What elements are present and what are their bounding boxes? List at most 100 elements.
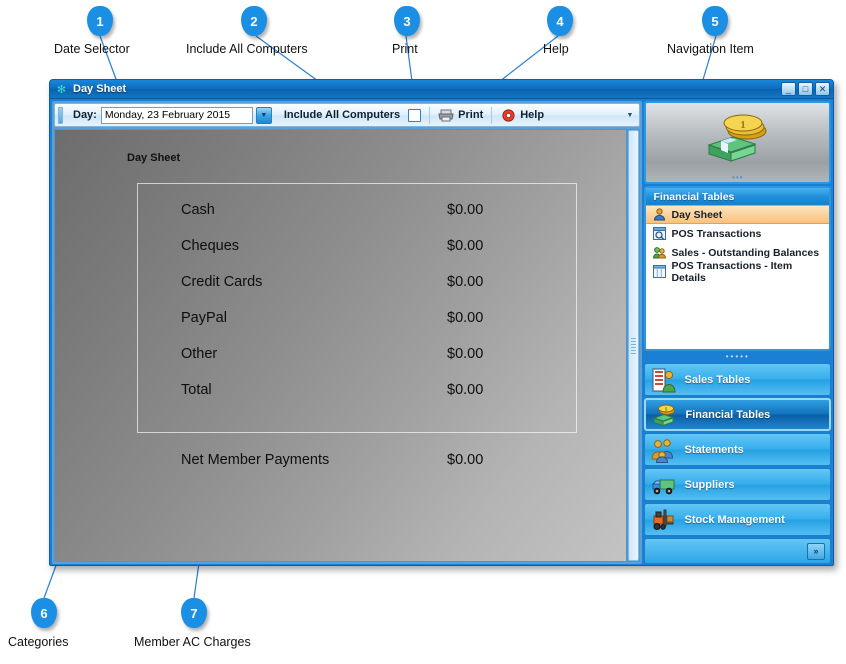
net-member-payments-label: Net Member Payments [181, 452, 330, 468]
category-value: $0.00 [447, 310, 484, 326]
toolbar-overflow-chevron-down-icon[interactable]: ▼ [627, 112, 638, 119]
sidebar-item-label: Day Sheet [671, 208, 723, 221]
callout-badge-2: 2 [241, 6, 267, 36]
category-label: Total [181, 382, 212, 398]
category-label: Credit Cards [181, 274, 263, 290]
banner-splitter-dots[interactable]: ••• [732, 174, 743, 182]
day-label: Day: [73, 109, 97, 121]
callout-label-5: Navigation Item [667, 42, 754, 56]
window-controls: _ □ ✕ [781, 82, 830, 96]
person-icon [652, 208, 666, 222]
chevrons-down-icon[interactable]: » [807, 542, 825, 560]
chevron-down-icon[interactable]: ▼ [255, 106, 272, 124]
category-value: $0.00 [447, 382, 484, 398]
sidebar-item-pos-transactions[interactable]: POS Transactions [646, 224, 829, 243]
financial-tables-icon: 1 [652, 402, 678, 428]
sidebar-group-statements[interactable]: Statements [644, 433, 831, 466]
sidebar-group-label: Sales Tables [684, 373, 751, 386]
report-vertical-scrollbar[interactable] [628, 130, 640, 561]
category-label: Other [181, 346, 218, 362]
maximize-button[interactable]: □ [798, 82, 813, 96]
report-heading: Day Sheet [127, 152, 181, 164]
callout-label-6: Categories [8, 635, 69, 649]
svg-text:1: 1 [740, 119, 746, 131]
callout-badge-4: 4 [547, 6, 573, 36]
window-title: Day Sheet [73, 83, 127, 95]
printer-icon [438, 108, 454, 123]
scrollbar-grip[interactable] [631, 337, 637, 354]
help-button[interactable]: Help [494, 105, 550, 125]
callout-label-7: Member AC Charges [134, 635, 251, 649]
include-all-computers-toggle[interactable]: Include All Computers [278, 105, 427, 125]
report-pane: Day: Monday, 23 February 2015 ▼ Include … [52, 101, 643, 564]
callout-label-1: Date Selector [54, 42, 130, 56]
date-selector[interactable]: Day: Monday, 23 February 2015 ▼ [67, 105, 278, 125]
include-all-computers-label: Include All Computers [283, 109, 401, 121]
sidebar-group-label: Stock Management [684, 513, 785, 526]
table-icon [652, 265, 666, 279]
sidebar-item-label: POS Transactions [671, 227, 762, 240]
report-viewport: Day Sheet Cash $0.00 Cheques $0.00 Credit Ca… [54, 129, 641, 562]
sidebar-group-financial-tables[interactable]: 1 Financial Tables [644, 398, 831, 431]
sidebar-item-pos-transactions-item-details[interactable]: POS Transactions - Item Details [646, 259, 829, 284]
date-input[interactable]: Monday, 23 February 2015 [100, 106, 253, 124]
lifering-icon [500, 108, 516, 123]
list-header: Financial Tables [646, 188, 829, 205]
sidebar-item-label: POS Transactions - Item Details [671, 259, 793, 284]
help-label: Help [520, 109, 545, 121]
callout-badge-3: 3 [394, 6, 420, 36]
include-all-computers-checkbox[interactable] [408, 108, 422, 122]
statements-icon [651, 437, 677, 463]
toolbar-grip[interactable] [58, 106, 63, 124]
sidebar-item-day-sheet[interactable]: Day Sheet [646, 205, 829, 224]
category-label: Cheques [181, 238, 240, 254]
list-items: Day Sheet POS Transactions Sales - Outstan… [646, 205, 829, 284]
sidebar-group-stock-management[interactable]: Stock Management [644, 503, 831, 536]
sidebar-item-label: Sales - Outstanding Balances [671, 246, 820, 259]
toolbar-separator [429, 106, 431, 124]
report-page: Day Sheet Cash $0.00 Cheques $0.00 Credit Ca… [55, 130, 627, 561]
coins-and-cash-icon: 1 [695, 109, 781, 176]
callout-badge-7: 7 [181, 598, 207, 628]
sidebar-group-label: Financial Tables [685, 408, 771, 421]
application-window: ✻ Day Sheet _ □ ✕ Day: Monday, 23 Februa… [49, 79, 834, 566]
category-label: PayPal [181, 310, 227, 326]
callout-label-4: Help [543, 42, 569, 56]
financial-tables-list: Financial Tables Day Sheet POS Transactio… [644, 186, 831, 351]
sidebar-group-suppliers[interactable]: Suppliers [644, 468, 831, 501]
app-icon: ✻ [56, 83, 67, 96]
category-value: $0.00 [447, 202, 484, 218]
sidebar-group-buttons: Sales Tables 1 Financial Tables Statements S… [644, 363, 831, 536]
category-label: Cash [181, 202, 215, 218]
print-button[interactable]: Print [432, 105, 489, 125]
sales-tables-icon [651, 367, 677, 393]
callout-badge-1: 1 [87, 6, 113, 36]
callout-badge-5: 5 [702, 6, 728, 36]
navigation-sidebar: 1 ••• Financial Tables Day Sheet POS Tran… [644, 101, 831, 564]
sidebar-group-sales-tables[interactable]: Sales Tables [644, 363, 831, 396]
screenshot-root: ✻ Day Sheet _ □ ✕ Day: Monday, 23 Februa… [0, 0, 846, 664]
sidebar-footer: » [644, 538, 831, 564]
window-title-bar: ✻ Day Sheet _ □ ✕ [50, 80, 833, 99]
close-button[interactable]: ✕ [815, 82, 830, 96]
two-people-icon [652, 246, 666, 260]
window-body: Day: Monday, 23 February 2015 ▼ Include … [50, 99, 833, 565]
forklift-icon [651, 507, 677, 533]
minimize-button[interactable]: _ [781, 82, 796, 96]
magnifier-icon [652, 227, 666, 241]
truck-icon [651, 472, 677, 498]
sidebar-group-label: Suppliers [684, 478, 735, 491]
category-value: $0.00 [447, 346, 484, 362]
print-label: Print [458, 109, 484, 121]
net-member-payments-value: $0.00 [447, 452, 484, 468]
category-value: $0.00 [447, 274, 484, 290]
callout-badge-6: 6 [31, 598, 57, 628]
sidebar-banner: 1 ••• [644, 101, 831, 184]
sidebar-splitter[interactable]: ••••• [644, 353, 831, 361]
report-toolbar: Day: Monday, 23 February 2015 ▼ Include … [54, 103, 641, 127]
category-value: $0.00 [447, 238, 484, 254]
toolbar-separator-2 [491, 106, 493, 124]
sidebar-group-label: Statements [684, 443, 744, 456]
callout-label-3: Print [392, 42, 418, 56]
callout-label-2: Include All Computers [186, 42, 308, 56]
